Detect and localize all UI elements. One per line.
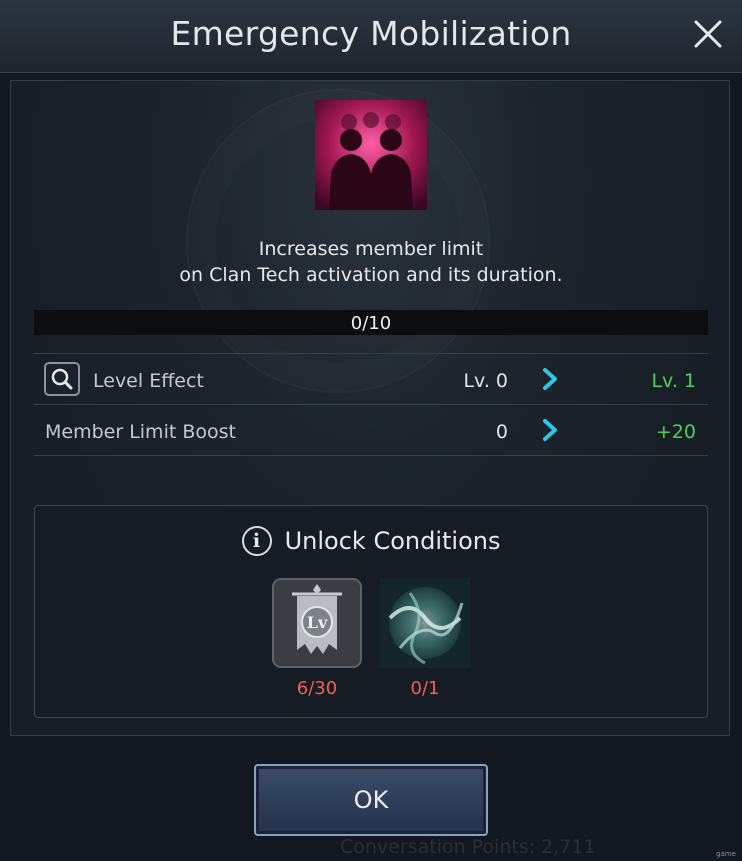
member-limit-next: +20 bbox=[655, 421, 696, 443]
member-limit-row: Member Limit Boost 0 +20 bbox=[34, 404, 708, 456]
description-line-2: on Clan Tech activation and its duration… bbox=[179, 264, 563, 286]
svg-text:Lv: Lv bbox=[307, 613, 328, 632]
condition-skill-count: 0/1 bbox=[410, 678, 440, 699]
condition-level-count: 6/30 bbox=[296, 678, 338, 699]
condition-skill[interactable]: 0/1 bbox=[380, 578, 470, 699]
progress-text: 0/10 bbox=[350, 313, 392, 334]
dialog-title: Emergency Mobilization bbox=[170, 14, 572, 53]
member-limit-current: 0 bbox=[495, 421, 508, 443]
ok-button[interactable]: OK bbox=[254, 764, 488, 836]
description-line-1: Increases member limit bbox=[258, 238, 484, 260]
members-silhouette-icon bbox=[315, 100, 427, 210]
level-effect-next: Lv. 1 bbox=[651, 370, 696, 392]
magnifier-icon[interactable] bbox=[44, 362, 80, 396]
level-effect-label: Level Effect bbox=[93, 370, 204, 392]
unlock-conditions-panel: i Unlock Conditions Lv 6/30 0/1 bbox=[34, 505, 708, 718]
chevron-right-icon bbox=[540, 367, 560, 391]
level-banner-icon: Lv bbox=[272, 578, 362, 668]
member-limit-label: Member Limit Boost bbox=[45, 421, 236, 443]
unlock-conditions-title: Unlock Conditions bbox=[284, 527, 501, 555]
ok-button-label: OK bbox=[353, 786, 389, 814]
chevron-right-icon bbox=[540, 418, 560, 442]
info-icon[interactable]: i bbox=[241, 526, 272, 556]
background-text: Conversation Points: 2,711 bbox=[340, 836, 596, 858]
level-effect-current: Lv. 0 bbox=[463, 370, 508, 392]
watermark: game bbox=[716, 850, 736, 858]
swirl-skill-icon bbox=[380, 578, 470, 668]
unlock-conditions-header: i Unlock Conditions bbox=[35, 526, 707, 562]
condition-level[interactable]: Lv 6/30 bbox=[272, 578, 362, 699]
skill-description: Increases member limit on Clan Tech acti… bbox=[0, 236, 742, 288]
level-effect-row: Level Effect Lv. 0 Lv. 1 bbox=[34, 353, 708, 404]
dialog-title-bar: Emergency Mobilization bbox=[0, 0, 742, 73]
close-icon[interactable] bbox=[688, 14, 728, 54]
level-progress-bar: 0/10 bbox=[34, 310, 708, 335]
